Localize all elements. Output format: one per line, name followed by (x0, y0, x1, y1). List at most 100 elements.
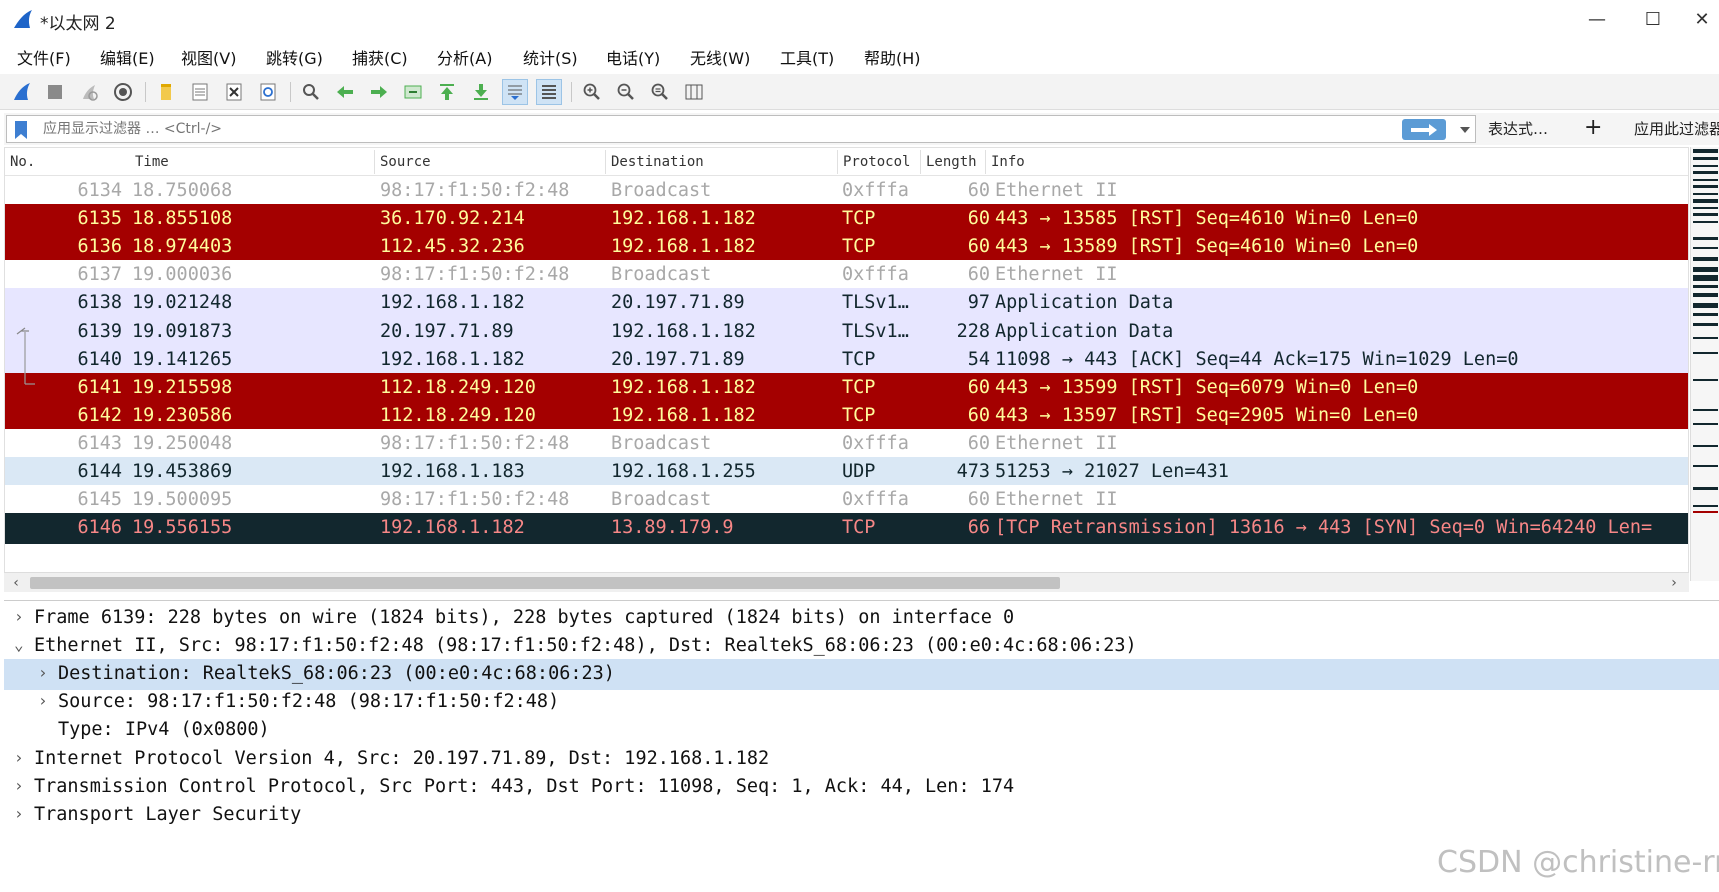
go-last-icon[interactable] (468, 79, 494, 105)
restart-capture-icon[interactable] (76, 79, 102, 105)
bookmark-icon[interactable] (13, 120, 29, 140)
packet-protocol: TCP (842, 517, 876, 539)
detail-tree-item[interactable]: › Transport Layer Security (4, 800, 1719, 831)
packet-length: 473 (956, 461, 990, 482)
packet-row[interactable]: 6135 18.855108 36.170.92.214 192.168.1.182 T… (5, 204, 1688, 236)
close-file-icon[interactable] (221, 79, 247, 105)
chevron-right-icon[interactable]: › (14, 607, 24, 626)
detail-tree-item[interactable]: ⌄ Ethernet II, Src: 98:17:f1:50:f2:48 (98… (4, 631, 1719, 662)
expression-button[interactable]: 表达式… (1488, 118, 1548, 139)
packet-row[interactable]: 6146 19.556155 192.168.1.182 13.89.179.9 TCP… (5, 513, 1688, 545)
detail-tree-item[interactable]: Type: IPv4 (0x0800) (4, 715, 1719, 746)
menu-go[interactable]: 跳转(G) (266, 45, 323, 69)
column-header-time[interactable]: Time (135, 154, 169, 170)
detail-tree-item[interactable]: › Destination: RealtekS_68:06:23 (00:e0:4… (4, 659, 1719, 691)
packet-time: 19.215598 (132, 376, 233, 398)
packet-row[interactable]: 6144 19.453869 192.168.1.183 192.168.1.255 U… (5, 457, 1688, 488)
column-divider[interactable] (920, 150, 921, 174)
packet-info: 443 → 13585 [RST] Seq=4610 Win=0 Len=0 (995, 208, 1419, 230)
detail-tree-item[interactable]: › Source: 98:17:f1:50:f2:48 (98:17:f1:50:… (4, 687, 1719, 718)
column-header-no[interactable]: No. (10, 154, 35, 170)
packet-row[interactable]: 6134 18.750068 98:17:f1:50:f2:48 Broadcast 0… (5, 176, 1688, 207)
chevron-right-icon[interactable]: › (14, 748, 24, 767)
packet-row[interactable]: 6137 19.000036 98:17:f1:50:f2:48 Broadcast 0… (5, 260, 1688, 292)
normal-size-icon[interactable] (647, 79, 673, 105)
scroll-left-icon[interactable]: ‹ (6, 573, 26, 593)
go-forward-icon[interactable] (366, 79, 392, 105)
detail-tree-item[interactable]: › Frame 6139: 228 bytes on wire (1824 bit… (4, 603, 1719, 634)
chevron-down-icon[interactable]: ⌄ (14, 635, 24, 654)
minimize-button[interactable]: — (1574, 6, 1620, 34)
colorize-icon[interactable] (536, 79, 562, 105)
display-filter-input[interactable] (43, 117, 1383, 141)
add-filter-button[interactable]: + (1584, 115, 1602, 140)
auto-scroll-icon[interactable] (502, 79, 528, 105)
apply-filter-arrow-button[interactable] (1402, 119, 1446, 140)
column-divider[interactable] (985, 150, 986, 174)
zoom-out-icon[interactable] (613, 79, 639, 105)
find-packet-icon[interactable] (298, 79, 324, 105)
menu-statistics[interactable]: 统计(S) (523, 45, 578, 69)
packet-row[interactable]: 6143 19.250048 98:17:f1:50:f2:48 Broadcast 0… (5, 428, 1688, 460)
close-button[interactable]: ✕ (1685, 6, 1719, 34)
packet-length: 60 (967, 404, 990, 426)
packet-minimap-scrollbar[interactable] (1690, 147, 1719, 581)
resize-columns-icon[interactable] (681, 79, 707, 105)
open-file-icon[interactable] (153, 79, 179, 105)
go-first-icon[interactable] (434, 79, 460, 105)
filter-history-dropdown[interactable] (1455, 119, 1475, 140)
column-divider[interactable] (374, 150, 375, 174)
packet-row[interactable]: 6139 19.091873 20.197.71.89 192.168.1.182 TL… (5, 316, 1688, 348)
hscroll-thumb[interactable] (30, 577, 1060, 589)
scroll-right-icon[interactable]: › (1664, 573, 1684, 593)
menu-help[interactable]: 帮助(H) (864, 45, 921, 69)
packet-row[interactable]: 6140 19.141265 192.168.1.182 20.197.71.89 TC… (5, 344, 1688, 376)
column-header-destination[interactable]: Destination (611, 154, 704, 170)
zoom-in-icon[interactable] (579, 79, 605, 105)
save-file-icon[interactable] (187, 79, 213, 105)
detail-tree-item[interactable]: › Internet Protocol Version 4, Src: 20.19… (4, 744, 1719, 775)
column-header-length[interactable]: Length (926, 154, 977, 170)
packet-source: 192.168.1.183 (380, 461, 525, 482)
stop-capture-icon[interactable] (42, 79, 68, 105)
column-header-source[interactable]: Source (380, 154, 431, 170)
menu-analyze[interactable]: 分析(A) (437, 45, 492, 69)
packet-list-hscrollbar[interactable]: ‹ › (4, 572, 1689, 592)
reload-file-icon[interactable] (255, 79, 281, 105)
menu-tools[interactable]: 工具(T) (780, 45, 834, 69)
detail-tree-text: Ethernet II, Src: 98:17:f1:50:f2:48 (98:… (34, 635, 1137, 657)
packet-destination: Broadcast (611, 432, 712, 454)
maximize-button[interactable]: ☐ (1630, 6, 1676, 34)
detail-tree-item[interactable]: › Transmission Control Protocol, Src Port… (4, 772, 1719, 803)
column-header-protocol[interactable]: Protocol (843, 154, 910, 170)
packet-row[interactable]: 6138 19.021248 192.168.1.182 20.197.71.89 TL… (5, 288, 1688, 320)
go-to-packet-icon[interactable] (400, 79, 426, 105)
chevron-right-icon[interactable]: › (38, 691, 48, 710)
packet-info: Application Data (995, 292, 1174, 314)
column-header-info[interactable]: Info (991, 154, 1025, 170)
capture-options-icon[interactable] (110, 79, 136, 105)
menu-wireless[interactable]: 无线(W) (690, 45, 750, 69)
chevron-down-icon (1460, 126, 1470, 133)
go-back-icon[interactable] (332, 79, 358, 105)
chevron-right-icon[interactable]: › (14, 804, 24, 823)
packet-row[interactable]: 6142 19.230586 112.18.249.120 192.168.1.182… (5, 400, 1688, 432)
menu-capture[interactable]: 捕获(C) (352, 45, 408, 69)
packet-row[interactable]: 6141 19.215598 112.18.249.120 192.168.1.182… (5, 372, 1688, 404)
packet-info: 51253 → 21027 Len=431 (995, 461, 1229, 482)
menu-edit[interactable]: 编辑(E) (100, 45, 155, 69)
column-divider[interactable] (605, 150, 606, 174)
menu-telephony[interactable]: 电话(Y) (606, 45, 660, 69)
packet-time: 19.556155 (132, 517, 233, 539)
packet-row[interactable]: 6136 18.974403 112.45.32.236 192.168.1.182 T… (5, 232, 1688, 264)
toolbar-divider (145, 82, 146, 102)
chevron-right-icon[interactable]: › (14, 776, 24, 795)
shark-fin-start-icon[interactable] (9, 79, 35, 105)
menu-file[interactable]: 文件(F) (17, 45, 71, 69)
column-divider[interactable] (837, 150, 838, 174)
packet-no: 6136 (77, 236, 122, 258)
chevron-right-icon[interactable]: › (38, 663, 48, 682)
menu-view[interactable]: 视图(V) (181, 45, 236, 69)
packet-row[interactable]: 6145 19.500095 98:17:f1:50:f2:48 Broadcast 0… (5, 485, 1688, 517)
apply-this-filter-button[interactable]: 应用此过滤器 (1634, 118, 1719, 139)
